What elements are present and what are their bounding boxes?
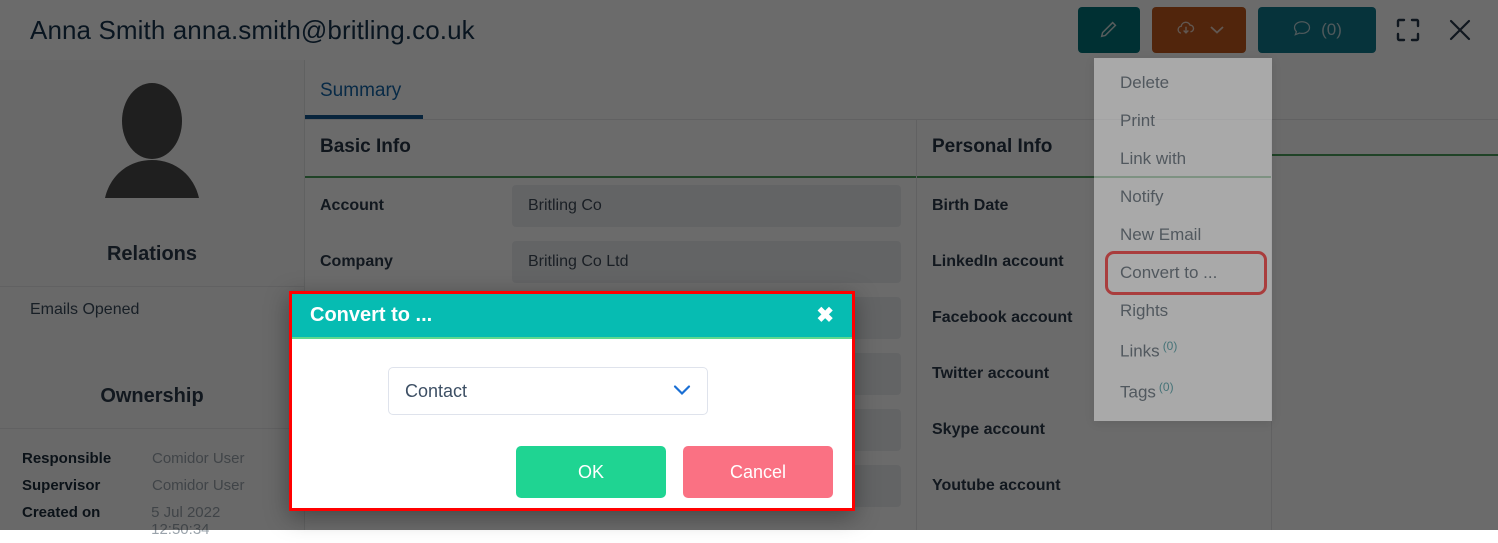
field-youtube-account: Youtube account: [917, 458, 1271, 514]
field-row: [1272, 436, 1498, 492]
convert-to-dialog: Convert to ... ✖ Contact OK Cancel: [289, 291, 855, 511]
menu-item-new-email[interactable]: New Email: [1094, 216, 1272, 254]
ownership-row: Supervisor Comidor User: [0, 472, 304, 499]
fullscreen-button[interactable]: [1388, 7, 1428, 53]
field-row: [1272, 268, 1498, 324]
field-value[interactable]: Britling Co Ltd: [512, 241, 901, 283]
dialog-title: Convert to ...: [310, 304, 432, 327]
menu-item-label: Rights: [1120, 301, 1168, 320]
dialog-footer: OK Cancel: [516, 446, 833, 498]
menu-item-label: Tags: [1120, 382, 1156, 401]
close-icon[interactable]: ✖: [816, 305, 834, 326]
ownership-section: Ownership Responsible Comidor User Super…: [0, 377, 304, 543]
menu-item-count: (0): [1159, 380, 1174, 394]
comment-icon: [1292, 18, 1312, 43]
comments-count: (0): [1321, 20, 1342, 40]
page-title: Anna Smith anna.smith@britling.co.uk: [30, 15, 475, 46]
left-sidebar: Relations Emails Opened Ownership Respon…: [0, 60, 305, 530]
relations-title: Relations: [0, 235, 304, 287]
fullscreen-icon: [1395, 17, 1421, 43]
tab-bar: Summary: [305, 60, 1498, 120]
menu-item-notify[interactable]: Notify: [1094, 178, 1272, 216]
menu-item-link-with[interactable]: Link with: [1094, 140, 1272, 178]
convert-target-select[interactable]: Contact: [388, 367, 708, 415]
header-action-bar: (0): [1078, 7, 1480, 53]
ownership-title: Ownership: [0, 377, 304, 429]
menu-item-tags[interactable]: Tags(0): [1094, 371, 1272, 412]
field-row: [1272, 212, 1498, 268]
actions-dropdown-menu: Delete Print Link with Notify New Email …: [1094, 58, 1272, 421]
menu-item-count: (0): [1163, 339, 1178, 353]
panel-title: Basic Info: [305, 120, 916, 178]
ownership-key: Supervisor: [22, 477, 152, 494]
sidebar-item-label: Emails Opened: [30, 301, 139, 319]
menu-item-convert-to[interactable]: Convert to ...: [1108, 254, 1264, 292]
ownership-value: Comidor User: [152, 450, 245, 467]
panel-title: [1272, 120, 1498, 156]
dialog-body: Contact OK Cancel: [292, 339, 852, 508]
field-row: [1272, 324, 1498, 380]
cancel-button[interactable]: Cancel: [683, 446, 833, 498]
menu-item-label: Links: [1120, 342, 1160, 361]
menu-item-label: Convert to ...: [1120, 263, 1217, 282]
field-account: Account Britling Co: [305, 178, 916, 234]
ownership-row: Responsible Comidor User: [0, 445, 304, 472]
panel-personal-info-values: [1272, 120, 1498, 530]
field-company: Company Britling Co Ltd: [305, 234, 916, 290]
menu-item-rights[interactable]: Rights: [1094, 292, 1272, 330]
ownership-value: 5 Jul 2022 12:50:34: [151, 504, 282, 538]
close-window-button[interactable]: [1440, 7, 1480, 53]
ownership-row: Created on 5 Jul 2022 12:50:34: [0, 499, 304, 543]
menu-item-label: Delete: [1120, 73, 1169, 92]
menu-item-label: New Email: [1120, 225, 1201, 244]
cloud-download-icon: [1174, 18, 1198, 43]
select-value: Contact: [405, 381, 467, 402]
dialog-header: Convert to ... ✖: [292, 294, 852, 339]
menu-item-links[interactable]: Links(0): [1094, 330, 1272, 371]
chevron-down-icon: [673, 383, 691, 400]
menu-item-label: Print: [1120, 111, 1155, 130]
edit-button[interactable]: [1078, 7, 1140, 53]
avatar: [0, 60, 304, 235]
field-label: Youtube account: [917, 477, 1271, 495]
field-row: [1272, 156, 1498, 212]
ok-button[interactable]: OK: [516, 446, 666, 498]
menu-item-delete[interactable]: Delete: [1094, 64, 1272, 102]
menu-item-label: Notify: [1120, 187, 1163, 206]
user-avatar-placeholder-icon: [77, 76, 227, 226]
tab-summary[interactable]: Summary: [305, 80, 423, 119]
field-label: Company: [320, 253, 512, 271]
pencil-icon: [1098, 18, 1120, 43]
comments-button[interactable]: (0): [1258, 7, 1376, 53]
field-label: Account: [320, 197, 512, 215]
close-icon: [1446, 16, 1474, 44]
field-row: [1272, 380, 1498, 436]
field-label: Skype account: [917, 421, 1271, 439]
ownership-key: Responsible: [22, 450, 152, 467]
menu-item-print[interactable]: Print: [1094, 102, 1272, 140]
window-header: Anna Smith anna.smith@britling.co.uk: [0, 0, 1498, 60]
sidebar-item-emails-opened[interactable]: Emails Opened: [0, 287, 304, 333]
ownership-value: Comidor User: [152, 477, 245, 494]
chevron-down-icon: [1210, 23, 1224, 38]
ownership-key: Created on: [22, 504, 151, 538]
export-dropdown-button[interactable]: [1152, 7, 1246, 53]
field-value[interactable]: Britling Co: [512, 185, 901, 227]
menu-item-label: Link with: [1120, 149, 1186, 168]
